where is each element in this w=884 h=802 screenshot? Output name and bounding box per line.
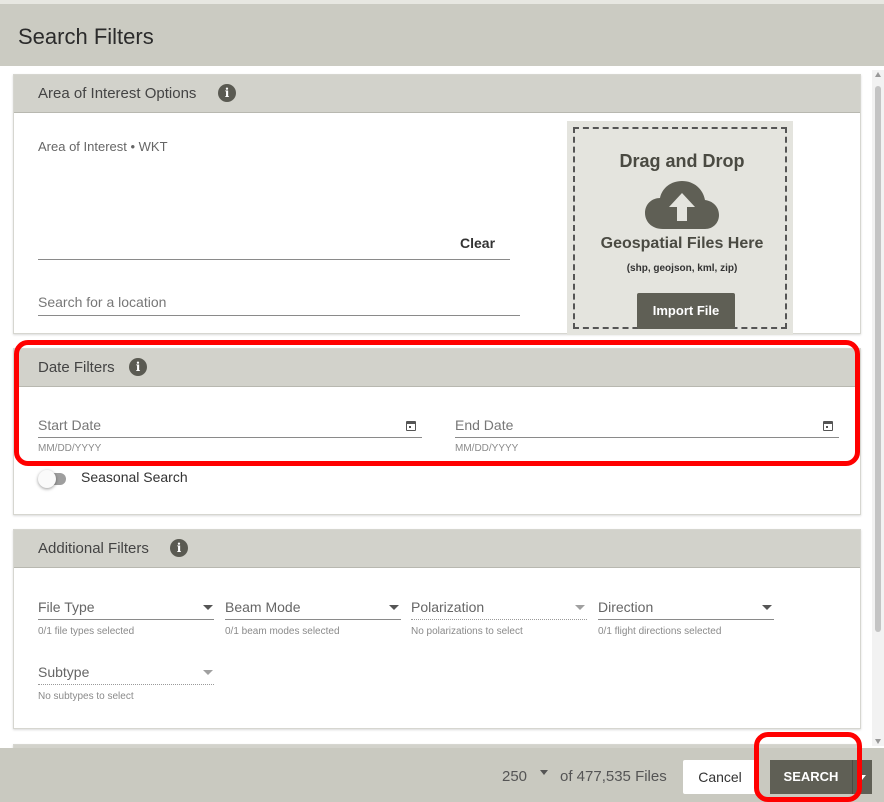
subtype-select: Subtype [38, 664, 90, 680]
scroll-up-icon[interactable] [875, 72, 881, 77]
subtype-underline [38, 684, 214, 685]
info-icon[interactable]: i [170, 539, 188, 557]
max-results-select[interactable]: 250 [502, 768, 527, 785]
additional-filters-header: Additional Filters i [14, 530, 860, 568]
direction-select[interactable]: Direction [598, 599, 653, 615]
area-of-interest-card: Area of Interest Options i Area of Inter… [13, 74, 861, 335]
chevron-down-icon[interactable] [540, 770, 548, 775]
beam-mode-select[interactable]: Beam Mode [225, 599, 300, 615]
date-filters-card: Date Filters i Start Date MM/DD/YYYY End… [13, 348, 861, 515]
file-type-underline [38, 619, 214, 620]
file-type-select[interactable]: File Type [38, 599, 95, 615]
start-date-hint: MM/DD/YYYY [38, 443, 102, 454]
search-button[interactable]: SEARCH [770, 760, 852, 794]
beam-mode-hint: 0/1 beam modes selected [225, 626, 340, 637]
info-icon[interactable]: i [129, 358, 147, 376]
clear-button[interactable]: Clear [460, 235, 495, 251]
toggle-knob [38, 470, 56, 488]
location-search-input[interactable]: Search for a location [38, 294, 166, 310]
dialog-footer: 250 of 477,535 Files Cancel SEARCH [0, 748, 884, 802]
subtype-hint: No subtypes to select [38, 691, 134, 702]
start-date-underline [38, 437, 422, 438]
polarization-select: Polarization [411, 599, 485, 615]
scrollbar-thumb[interactable] [875, 86, 881, 632]
info-icon[interactable]: i [218, 84, 236, 102]
dropzone-subtitle: Geospatial Files Here [600, 235, 764, 252]
end-date-hint: MM/DD/YYYY [455, 443, 519, 454]
calendar-icon[interactable] [406, 421, 416, 431]
area-of-interest-heading: Area of Interest Options [38, 85, 197, 102]
location-search-underline [38, 315, 520, 316]
seasonal-search-toggle[interactable] [38, 470, 66, 488]
dropzone-file-types: (shp, geojson, kml, zip) [626, 263, 738, 274]
seasonal-search-label: Seasonal Search [81, 469, 188, 485]
end-date-underline [455, 437, 839, 438]
search-options-button[interactable] [852, 760, 872, 794]
import-file-button[interactable]: Import File [637, 293, 735, 329]
scroll-down-icon[interactable] [875, 739, 881, 744]
polarization-hint: No polarizations to select [411, 626, 523, 637]
dropzone-border: Drag and Drop Geospatial Files Here (shp… [573, 127, 787, 329]
beam-mode-underline [225, 619, 401, 620]
dialog-header: Search Filters [0, 0, 884, 66]
additional-filters-heading: Additional Filters [38, 540, 149, 557]
cancel-button[interactable]: Cancel [683, 760, 757, 794]
file-dropzone[interactable]: Drag and Drop Geospatial Files Here (shp… [567, 121, 793, 335]
chevron-down-icon [575, 605, 585, 610]
polarization-underline [411, 619, 587, 620]
dropzone-title: Drag and Drop [619, 151, 745, 171]
wkt-label: Area of Interest • WKT [38, 139, 168, 154]
chevron-down-icon [203, 670, 213, 675]
cloud-upload-icon [645, 181, 719, 229]
end-date-input[interactable]: End Date [455, 417, 513, 433]
area-of-interest-header: Area of Interest Options i [14, 75, 860, 113]
total-files-count: of 477,535 Files [560, 768, 667, 785]
dialog-content: Area of Interest Options i Area of Inter… [0, 66, 884, 748]
additional-filters-card: Additional Filters i File Type 0/1 file … [13, 529, 861, 729]
chevron-down-icon[interactable] [389, 605, 399, 610]
dialog-title: Search Filters [18, 24, 154, 49]
chevron-down-icon[interactable] [203, 605, 213, 610]
wkt-input[interactable] [38, 259, 510, 260]
calendar-icon[interactable] [823, 421, 833, 431]
content-scrollbar[interactable] [872, 70, 884, 746]
direction-underline [598, 619, 774, 620]
direction-hint: 0/1 flight directions selected [598, 626, 722, 637]
start-date-input[interactable]: Start Date [38, 417, 101, 433]
date-filters-heading: Date Filters [38, 359, 115, 376]
chevron-down-icon[interactable] [762, 605, 772, 610]
file-type-hint: 0/1 file types selected [38, 626, 135, 637]
date-filters-header: Date Filters i [14, 349, 860, 387]
